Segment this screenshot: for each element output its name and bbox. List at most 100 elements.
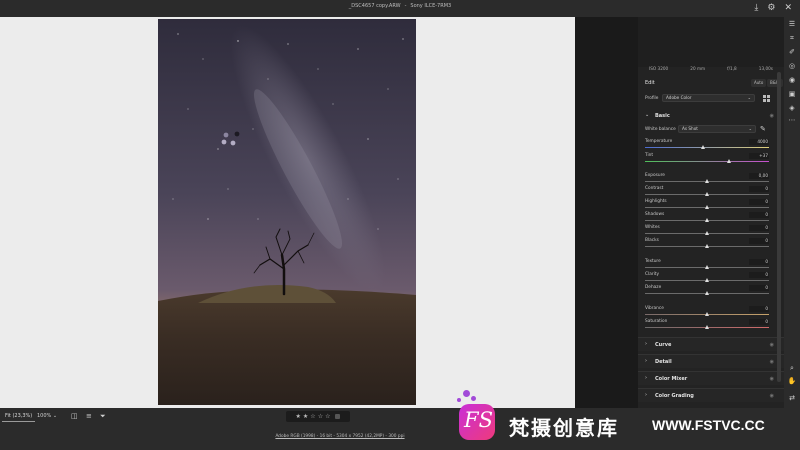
white-balance-dropdown[interactable]: As Shot ⌄ (678, 125, 756, 133)
slider-value[interactable]: 0 (749, 212, 769, 218)
eye-icon[interactable]: ◉ (770, 376, 774, 382)
more-icon[interactable]: ⋯ (784, 116, 800, 124)
slider-thumb[interactable] (704, 179, 709, 183)
slider-value[interactable]: 0,00 (749, 173, 769, 179)
photo-preview (158, 19, 416, 405)
eye-icon[interactable]: ◉ (770, 113, 774, 119)
slider-thumb[interactable] (704, 244, 709, 248)
filter-icon[interactable]: ⏷ (100, 411, 106, 422)
masking-icon[interactable]: ◎ (784, 62, 800, 70)
slider-tint[interactable]: Tint +37 (638, 153, 784, 166)
slider-label: Clarity (645, 272, 660, 277)
slider-thumb[interactable] (704, 278, 709, 282)
settings-icon[interactable]: ⚙ (767, 3, 775, 13)
star-2[interactable]: ★ (303, 413, 308, 420)
panel-scrollbar[interactable] (777, 72, 781, 382)
slider-value[interactable]: 0 (749, 238, 769, 244)
red-eye-icon[interactable]: ◉ (784, 76, 800, 84)
canvas-margin (575, 17, 638, 408)
logo-badge: FS (459, 404, 495, 440)
slider-saturation[interactable]: Saturation 0 (638, 319, 784, 332)
star-rating[interactable]: ★ ★ ☆ ☆ ☆ (286, 411, 350, 422)
chevron-down-icon: ⌄ (748, 126, 752, 131)
zoom-select[interactable]: 100% ⌄ (37, 411, 57, 422)
slider-thumb[interactable] (726, 159, 731, 163)
section-detail[interactable]: › Detail ◉ (638, 354, 784, 368)
close-icon[interactable]: ✕ (784, 3, 792, 13)
logo-text: 梵摄创意库 (509, 416, 619, 440)
section-title: Curve (655, 342, 672, 348)
section-color-mixer[interactable]: › Color Mixer ◉ (638, 371, 784, 385)
edit-sliders-icon[interactable]: ☰ (784, 20, 800, 28)
edit-panel: ISO 3200 20 mm f/1,8 13,00s Edit Auto B&… (638, 17, 784, 408)
compare-view-icon[interactable]: ◫ (71, 411, 78, 422)
slider-contrast[interactable]: Contrast 0 (638, 186, 784, 199)
slider-temperature[interactable]: Temperature 4000 (638, 139, 784, 152)
slider-track[interactable] (645, 161, 769, 162)
slider-thumb[interactable] (700, 145, 705, 149)
presets-icon[interactable]: ◈ (784, 104, 800, 112)
exif-focal-length: 20 mm (690, 66, 706, 71)
logo-dot (463, 390, 470, 397)
slider-whites[interactable]: Whites 0 (638, 225, 784, 238)
file-name: _DSC4657 copy.ARW (348, 3, 401, 9)
slider-thumb[interactable] (704, 218, 709, 222)
slider-thumb[interactable] (704, 231, 709, 235)
slider-value[interactable]: 0 (749, 186, 769, 192)
star-5[interactable]: ☆ (325, 413, 330, 420)
star-4[interactable]: ☆ (318, 413, 323, 420)
slider-dehaze[interactable]: Dehaze 0 (638, 285, 784, 298)
slider-value[interactable]: 0 (749, 285, 769, 291)
slider-value[interactable]: 0 (749, 319, 769, 325)
fit-zoom-tab[interactable]: Fit (23,3%) (2, 411, 36, 422)
slider-thumb[interactable] (704, 205, 709, 209)
star-1[interactable]: ★ (296, 413, 301, 420)
download-icon[interactable]: ⤓ (754, 3, 758, 13)
section-basic[interactable]: ⌄ Basic ◉ (638, 109, 784, 123)
slider-value[interactable]: 0 (749, 225, 769, 231)
eyedropper-icon[interactable]: ✎ (760, 125, 766, 133)
edit-title: Edit (645, 80, 655, 86)
healing-icon[interactable]: ✐ (784, 48, 800, 56)
tool-rail: ☰ ⌗ ✐ ◎ ◉ ▣ ◈ ⋯ ⌕ ✋ ⇄ (784, 17, 800, 408)
slider-thumb[interactable] (704, 325, 709, 329)
crop-icon[interactable]: ⌗ (784, 34, 800, 43)
slider-thumb[interactable] (704, 291, 709, 295)
slider-value[interactable]: +37 (749, 153, 769, 159)
slider-blacks[interactable]: Blacks 0 (638, 238, 784, 251)
profile-browser-icon[interactable] (763, 95, 770, 102)
slider-track[interactable] (645, 147, 769, 148)
slider-label: Contrast (645, 186, 664, 191)
slider-value[interactable]: 4000 (749, 139, 769, 145)
snapshots-icon[interactable]: ▣ (784, 90, 800, 98)
section-title: Color Mixer (655, 376, 688, 382)
slider-value[interactable]: 0 (749, 259, 769, 265)
eye-icon[interactable]: ◉ (770, 342, 774, 348)
star-3[interactable]: ☆ (310, 413, 315, 420)
slider-vibrance[interactable]: Vibrance 0 (638, 306, 784, 319)
slider-thumb[interactable] (704, 265, 709, 269)
slider-label: Whites (645, 225, 660, 230)
white-balance-value: As Shot (682, 126, 698, 131)
auto-button[interactable]: Auto (751, 79, 767, 87)
zoom-icon[interactable]: ⌕ (784, 364, 800, 373)
slider-texture[interactable]: Texture 0 (638, 259, 784, 272)
camera-model: Sony ILCE-7RM3 (410, 3, 452, 9)
zoom-value: 100% (37, 413, 52, 419)
slider-shadows[interactable]: Shadows 0 (638, 212, 784, 225)
white-balance-row: White balance As Shot ⌄ ✎ (638, 125, 784, 135)
sort-icon[interactable]: ≡ (86, 411, 92, 422)
slider-highlights[interactable]: Highlights 0 (638, 199, 784, 212)
slider-value[interactable]: 0 (749, 306, 769, 312)
section-curve[interactable]: › Curve ◉ (638, 337, 784, 351)
slider-thumb[interactable] (704, 192, 709, 196)
eye-icon[interactable]: ◉ (770, 359, 774, 365)
slider-value[interactable]: 0 (749, 199, 769, 205)
profile-dropdown[interactable]: Adobe Color ⌄ (662, 94, 755, 102)
slider-exposure[interactable]: Exposure 0,00 (638, 173, 784, 186)
slider-label: Shadows (645, 212, 665, 217)
slider-value[interactable]: 0 (749, 272, 769, 278)
slider-clarity[interactable]: Clarity 0 (638, 272, 784, 285)
slider-thumb[interactable] (704, 312, 709, 316)
flag-icon[interactable] (335, 414, 341, 419)
